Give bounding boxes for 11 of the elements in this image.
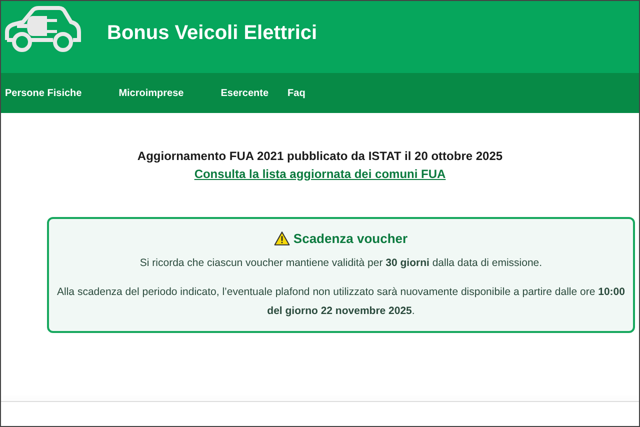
warning-icon — [274, 231, 290, 246]
announcement-text: Aggiornamento FUA 2021 pubblicato da ISTAT il 20 ottobre 2025 — [137, 149, 503, 163]
nav-link[interactable]: Esercente — [220, 88, 269, 98]
notice-title: Scadenza voucher — [293, 231, 408, 246]
site-title: Bonus Veicoli Elettrici — [107, 22, 318, 44]
nav-link[interactable]: Faq — [288, 88, 306, 98]
nav-link[interactable]: Persone Fisiche — [5, 88, 82, 98]
fua-list-link[interactable]: Consulta la lista aggiornata dei comuni FUA — [194, 167, 446, 181]
nav-link[interactable]: Microimprese — [118, 88, 184, 98]
notice-paragraph: Alla scadenza del periodo indicato, l’eventuale plafond non utilizzato sarà nuovamente disponibile a partire dalle ore 10:00 del giorno 22 novembre 2025. — [57, 285, 625, 319]
notice-paragraph: Si ricorda che ciascun voucher mantiene validità per 30 giorni dalla data di emissione. — [140, 256, 542, 271]
